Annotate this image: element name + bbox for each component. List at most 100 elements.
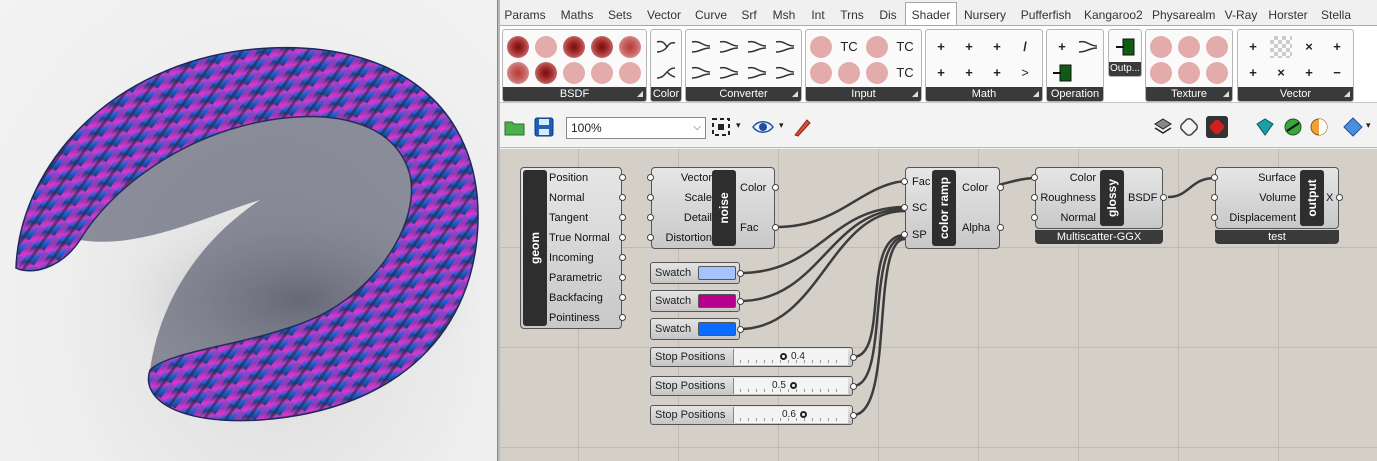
- vector-add-icon[interactable]: +: [1298, 62, 1320, 84]
- tab-sets[interactable]: Sets: [606, 4, 634, 26]
- texture-coordinate-icon[interactable]: TC: [838, 36, 860, 58]
- texture-coordinate-icon[interactable]: TC: [894, 36, 916, 58]
- vector-cross-icon[interactable]: ×: [1298, 36, 1320, 58]
- vector-add-icon[interactable]: +: [1326, 36, 1348, 58]
- texture-node-icon[interactable]: [1178, 62, 1200, 84]
- output-grip[interactable]: [619, 214, 626, 221]
- geom-output-backfacing[interactable]: Backfacing: [549, 288, 603, 308]
- ramp-output-color[interactable]: Color: [962, 178, 988, 198]
- math-add-icon[interactable]: +: [958, 62, 980, 84]
- output-component[interactable]: Surface Volume Displacement output X: [1211, 167, 1343, 229]
- bsdf-node-icon[interactable]: [619, 62, 641, 84]
- geom-output-true-normal[interactable]: True Normal: [549, 228, 610, 248]
- output-grip[interactable]: [619, 174, 626, 181]
- geom-component[interactable]: geom Position Normal Tangent True Normal…: [520, 167, 626, 329]
- input-node-icon[interactable]: [810, 62, 832, 84]
- input-grip[interactable]: [901, 204, 908, 211]
- output-grip[interactable]: [619, 314, 626, 321]
- output-node-icon[interactable]: [1114, 36, 1136, 58]
- output-grip[interactable]: [1160, 194, 1167, 201]
- math-add-icon[interactable]: +: [930, 36, 952, 58]
- input-grip[interactable]: [647, 214, 654, 221]
- slider-track[interactable]: 0.4: [733, 349, 848, 365]
- converter-icon[interactable]: [1077, 36, 1099, 58]
- preview-eye-icon[interactable]: [752, 116, 774, 138]
- swatch-color-field[interactable]: [698, 322, 736, 336]
- vector-subtract-icon[interactable]: −: [1326, 62, 1348, 84]
- output-input-volume[interactable]: Volume: [1259, 188, 1296, 208]
- geom-output-incoming[interactable]: Incoming: [549, 248, 594, 268]
- output-grip[interactable]: [850, 383, 857, 390]
- texture-node-icon[interactable]: [1206, 36, 1228, 58]
- tab-nursery[interactable]: Nursery: [962, 4, 1008, 26]
- slider-knob[interactable]: [780, 353, 787, 360]
- input-grip[interactable]: [1211, 194, 1218, 201]
- number-slider[interactable]: Stop Positions 0.5: [650, 376, 857, 396]
- input-group-label[interactable]: Input ◢: [806, 87, 921, 101]
- tab-curve[interactable]: Curve: [693, 4, 729, 26]
- vector-add-icon[interactable]: +: [1242, 62, 1264, 84]
- number-slider[interactable]: Stop Positions 0.6: [650, 405, 857, 425]
- chevron-down-icon[interactable]: ▾: [736, 120, 741, 131]
- bsdf-node-icon[interactable]: [507, 36, 529, 58]
- noise-input-distortion[interactable]: Distortion: [666, 228, 712, 248]
- bsdf-node-icon[interactable]: [619, 36, 641, 58]
- operation-add-icon[interactable]: +: [1051, 36, 1073, 58]
- sketch-pen-icon[interactable]: [792, 116, 814, 138]
- output-grip[interactable]: [737, 298, 744, 305]
- node-canvas[interactable]: geom Position Normal Tangent True Normal…: [500, 149, 1377, 461]
- glossy-input-roughness[interactable]: Roughness: [1040, 188, 1096, 208]
- render-settings-icon[interactable]: [1342, 116, 1364, 138]
- checker-icon[interactable]: [1270, 36, 1292, 58]
- output-grip[interactable]: [737, 326, 744, 333]
- tab-trns[interactable]: Trns: [837, 4, 867, 26]
- math-group-label[interactable]: Math ◢: [926, 87, 1042, 101]
- vector-add-icon[interactable]: +: [1242, 36, 1264, 58]
- converter-icon[interactable]: [718, 62, 740, 84]
- tab-srf[interactable]: Srf: [738, 4, 760, 26]
- converter-group-label[interactable]: Converter ◢: [686, 87, 801, 101]
- tab-physarealm[interactable]: Physarealm: [1152, 4, 1215, 26]
- display-mode-icon[interactable]: [1152, 116, 1174, 138]
- input-grip[interactable]: [1211, 214, 1218, 221]
- math-add-icon[interactable]: +: [958, 36, 980, 58]
- converter-icon[interactable]: [690, 36, 712, 58]
- glossy-input-normal[interactable]: Normal: [1061, 208, 1096, 228]
- output-grip[interactable]: [772, 224, 779, 231]
- color-swatch[interactable]: Swatch: [650, 262, 744, 284]
- tab-pufferfish[interactable]: Pufferfish: [1018, 4, 1074, 26]
- operation-group-label[interactable]: Operation: [1047, 87, 1103, 101]
- tab-horster[interactable]: Horster: [1267, 4, 1309, 26]
- input-grip[interactable]: [901, 231, 908, 238]
- glossy-input-color[interactable]: Color: [1070, 168, 1096, 188]
- input-grip[interactable]: [647, 194, 654, 201]
- expand-icon[interactable]: ◢: [637, 87, 643, 101]
- geom-output-normal[interactable]: Normal: [549, 188, 584, 208]
- slider-track[interactable]: 0.5: [733, 378, 848, 394]
- output-node-icon[interactable]: [1051, 62, 1073, 84]
- color-swatch[interactable]: Swatch: [650, 290, 744, 312]
- noise-component[interactable]: Vector Scale Detail Distortion noise Col…: [647, 167, 779, 249]
- vector-group-label[interactable]: Vector ◢: [1238, 87, 1353, 101]
- expand-icon[interactable]: ◢: [912, 87, 918, 101]
- tab-shader[interactable]: Shader: [905, 2, 957, 27]
- input-grip[interactable]: [647, 174, 654, 181]
- geom-output-tangent[interactable]: Tangent: [549, 208, 588, 228]
- tab-msh[interactable]: Msh: [770, 4, 798, 26]
- bsdf-group-label[interactable]: BSDF ◢: [503, 87, 646, 101]
- number-slider[interactable]: Stop Positions 0.4: [650, 347, 857, 367]
- input-node-icon[interactable]: [866, 36, 888, 58]
- expand-icon[interactable]: ◢: [792, 87, 798, 101]
- ramp-input-sc[interactable]: SC: [912, 198, 927, 218]
- chevron-down-icon[interactable]: ▾: [1366, 120, 1371, 131]
- bsdf-node-icon[interactable]: [563, 36, 585, 58]
- bsdf-node-icon[interactable]: [507, 62, 529, 84]
- input-node-icon[interactable]: [866, 62, 888, 84]
- output-group-label[interactable]: Outp...: [1109, 62, 1141, 76]
- output-grip[interactable]: [850, 412, 857, 419]
- color-ramp-component[interactable]: Fac SC SP color ramp Color Alpha: [901, 167, 1004, 249]
- swatch-color-field[interactable]: [698, 266, 736, 280]
- expand-icon[interactable]: ◢: [1033, 87, 1039, 101]
- output-grip[interactable]: [619, 234, 626, 241]
- tab-vray[interactable]: V-Ray: [1224, 4, 1258, 26]
